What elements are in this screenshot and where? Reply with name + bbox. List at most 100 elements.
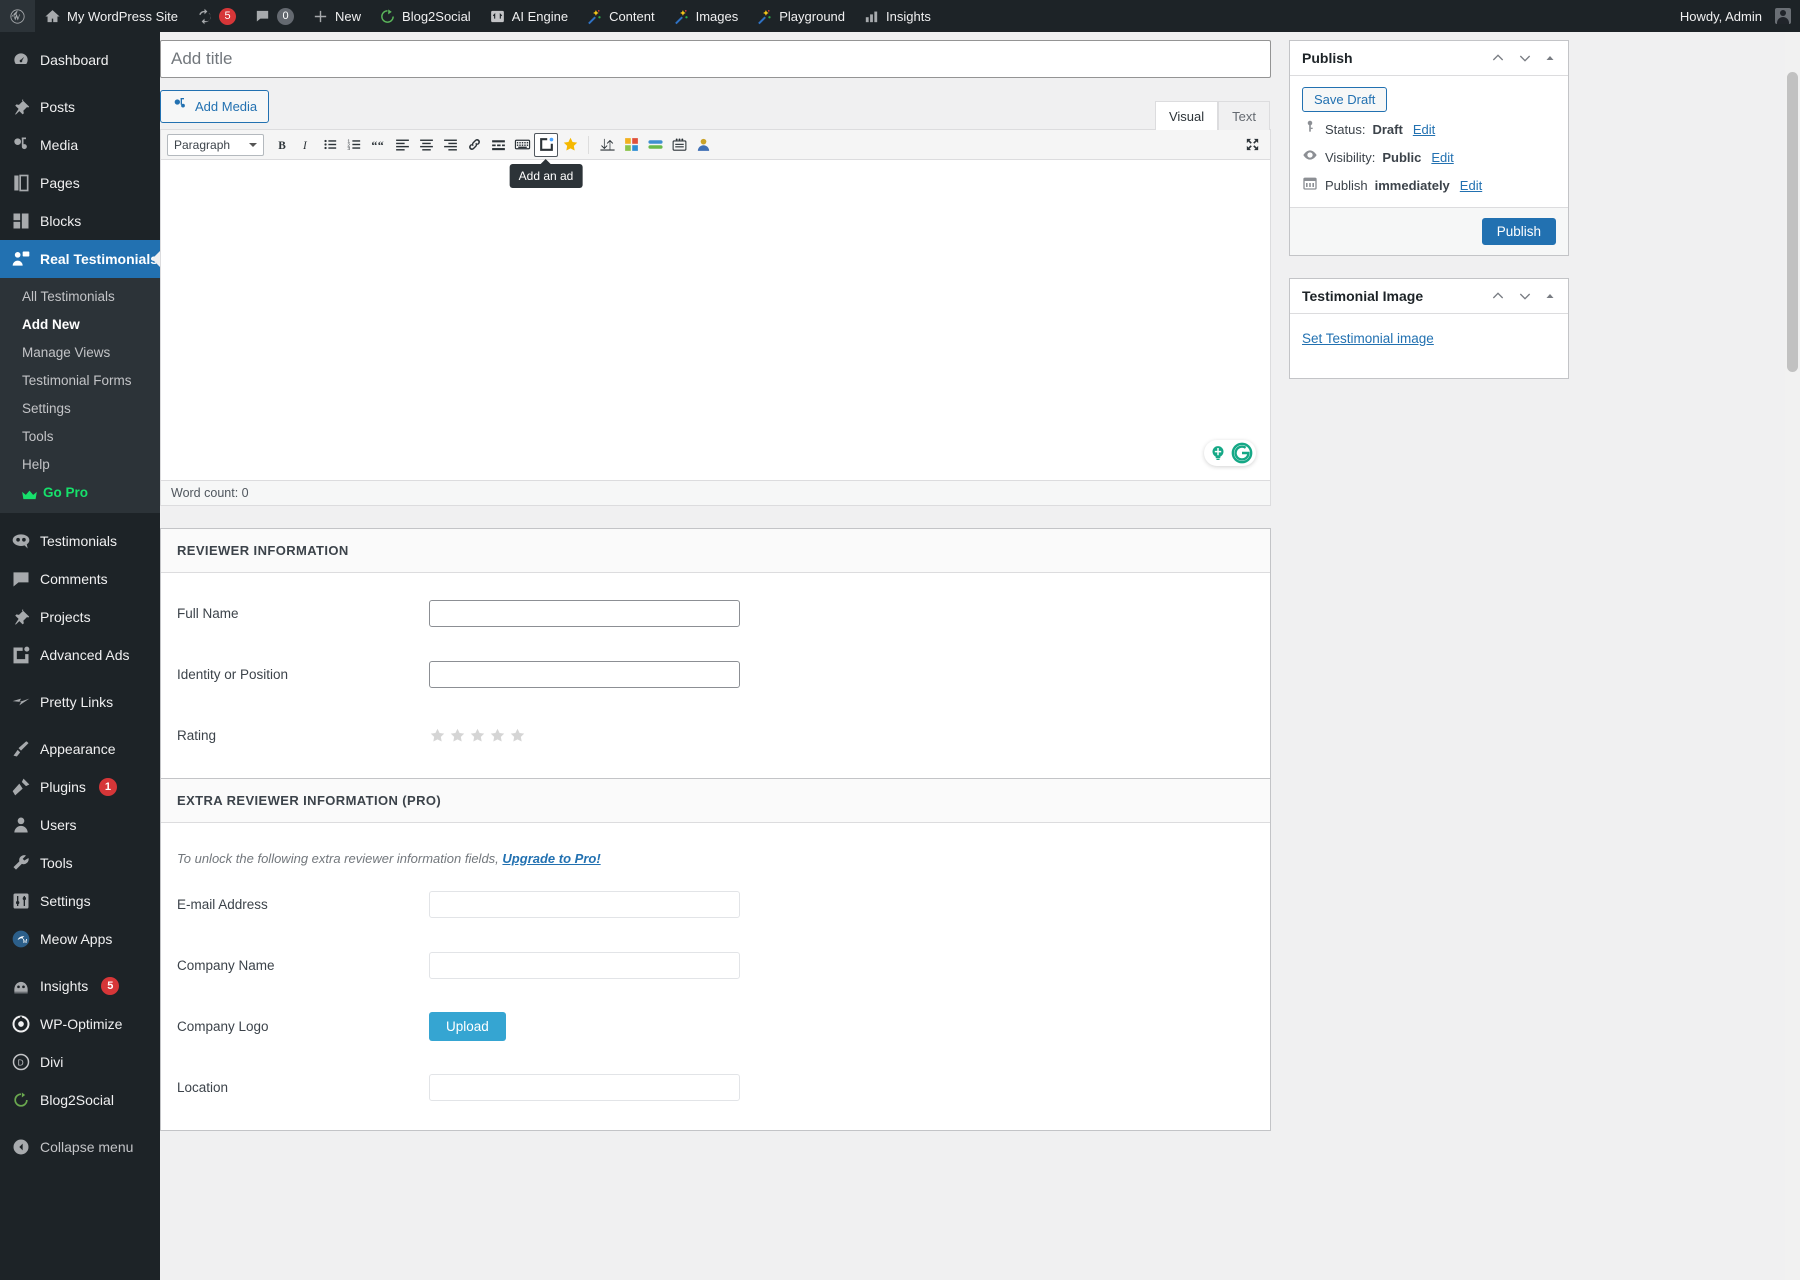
numbered-list-button[interactable]: 123: [342, 133, 366, 157]
editor-content-area[interactable]: [161, 160, 1270, 480]
submenu-item-manage-views[interactable]: Manage Views: [0, 339, 160, 367]
sidebar-item-label: Blog2Social: [40, 1092, 114, 1108]
sidebar-item-settings[interactable]: Settings: [0, 882, 160, 920]
submenu-item-go-pro[interactable]: Go Pro: [0, 479, 160, 507]
adminbar-item-playground[interactable]: Playground: [747, 0, 854, 32]
visibility-edit-link[interactable]: Edit: [1431, 149, 1453, 167]
scrollbar-thumb[interactable]: [1787, 72, 1798, 372]
adminbar-item-ai-engine[interactable]: AI Engine: [480, 0, 577, 32]
schedule-edit-link[interactable]: Edit: [1460, 177, 1482, 195]
sidebar-item-meow-apps[interactable]: M Meow Apps: [0, 920, 160, 958]
person-button[interactable]: [691, 133, 715, 157]
sidebar-item-pretty-links[interactable]: Pretty Links: [0, 683, 160, 721]
post-title-input[interactable]: [160, 40, 1271, 78]
move-up-icon[interactable]: [1490, 50, 1506, 66]
fullscreen-button[interactable]: [1240, 133, 1264, 157]
submenu-item-testimonial-forms[interactable]: Testimonial Forms: [0, 367, 160, 395]
tab-visual[interactable]: Visual: [1154, 101, 1219, 130]
sidebar-item-dashboard[interactable]: Dashboard: [0, 41, 160, 79]
move-down-icon[interactable]: [1517, 50, 1533, 66]
sidebar-item-users[interactable]: Users: [0, 806, 160, 844]
toolbar-toggle-button[interactable]: [510, 133, 534, 157]
site-name-button[interactable]: My WordPress Site: [35, 0, 187, 32]
sidebar-item-wp-optimize[interactable]: WP-Optimize: [0, 1005, 160, 1043]
blockquote-button[interactable]: ““: [366, 133, 390, 157]
publish-button[interactable]: Publish: [1481, 218, 1556, 245]
sort-button[interactable]: [595, 133, 619, 157]
page-scrollbar[interactable]: [1785, 32, 1800, 1280]
read-more-button[interactable]: [486, 133, 510, 157]
align-right-button[interactable]: [438, 133, 462, 157]
page-body: Add Media Visual Text Paragraph B I: [160, 32, 1800, 1280]
admin-bar-right: Howdy, Admin: [1671, 0, 1800, 32]
full-name-input[interactable]: [429, 600, 740, 627]
company-name-input[interactable]: [429, 952, 740, 979]
new-content-button[interactable]: New: [303, 0, 370, 32]
italic-button[interactable]: I: [294, 133, 318, 157]
upload-company-logo-button[interactable]: Upload: [429, 1012, 506, 1041]
sidebar-item-pages[interactable]: Pages: [0, 164, 160, 202]
sidebar-item-divi[interactable]: D Divi: [0, 1043, 160, 1081]
adminbar-item-insights[interactable]: Insights: [854, 0, 940, 32]
bold-button[interactable]: B: [270, 133, 294, 157]
location-input[interactable]: [429, 1074, 740, 1101]
align-center-button[interactable]: [414, 133, 438, 157]
adminbar-item-blog2social[interactable]: Blog2Social: [370, 0, 480, 32]
status-row: Status: Draft Edit: [1302, 112, 1556, 140]
submenu-item-settings[interactable]: Settings: [0, 395, 160, 423]
toggle-panel-icon[interactable]: [1544, 290, 1556, 302]
star-rating-button[interactable]: [558, 133, 582, 157]
sidebar-item-real-testimonials[interactable]: Real Testimonials: [0, 240, 160, 278]
collapse-menu-button[interactable]: Collapse menu: [0, 1128, 160, 1166]
identity-or-position-input[interactable]: [429, 661, 740, 688]
tab-text[interactable]: Text: [1218, 101, 1270, 130]
sidebar-item-tools[interactable]: Tools: [0, 844, 160, 882]
insert-link-button[interactable]: [462, 133, 486, 157]
grammarly-widget[interactable]: [1204, 440, 1256, 466]
set-testimonial-image-link[interactable]: Set Testimonial image: [1302, 331, 1434, 346]
sidebar-item-posts[interactable]: Posts: [0, 88, 160, 126]
submenu-item-add-new[interactable]: Add New: [0, 311, 160, 339]
toggle-panel-icon[interactable]: [1544, 52, 1556, 64]
status-edit-link[interactable]: Edit: [1413, 121, 1435, 139]
add-an-ad-button[interactable]: Add an ad: [509, 132, 583, 188]
publish-metabox-header: Publish: [1290, 41, 1568, 76]
add-media-button[interactable]: Add Media: [160, 90, 270, 123]
sidebar-item-blocks[interactable]: Blocks: [0, 202, 160, 240]
submenu-item-all-testimonials[interactable]: All Testimonials: [0, 283, 160, 311]
wordpress-logo-button[interactable]: [0, 0, 35, 32]
sidebar-item-blog2social[interactable]: Blog2Social: [0, 1081, 160, 1119]
howdy-account-button[interactable]: Howdy, Admin: [1671, 0, 1800, 32]
sidebar-item-comments[interactable]: Comments: [0, 560, 160, 598]
submenu-item-help[interactable]: Help: [0, 451, 160, 479]
save-draft-button[interactable]: Save Draft: [1302, 87, 1388, 112]
upgrade-to-pro-link[interactable]: Upgrade to Pro!: [502, 851, 600, 866]
schedule-value: immediately: [1374, 177, 1450, 193]
email-address-input[interactable]: [429, 891, 740, 918]
sidebar-item-plugins[interactable]: Plugins 1: [0, 768, 160, 806]
sidebar-item-appearance[interactable]: Appearance: [0, 730, 160, 768]
color-blocks-button[interactable]: [619, 133, 643, 157]
bulleted-list-button[interactable]: [318, 133, 342, 157]
move-up-icon[interactable]: [1490, 288, 1506, 304]
adminbar-item-content[interactable]: Content: [577, 0, 664, 32]
green-bars-button[interactable]: [643, 133, 667, 157]
blog2social-icon: [379, 8, 396, 25]
sidebar-item-advanced-ads[interactable]: Advanced Ads: [0, 636, 160, 674]
list-lines-button[interactable]: [667, 133, 691, 157]
comments-button[interactable]: 0: [245, 0, 303, 32]
visibility-value: Public: [1382, 149, 1422, 165]
paragraph-format-select[interactable]: Paragraph: [167, 133, 264, 156]
adminbar-item-images[interactable]: Images: [664, 0, 748, 32]
move-down-icon[interactable]: [1517, 288, 1533, 304]
submenu-item-tools[interactable]: Tools: [0, 423, 160, 451]
sidebar-item-projects[interactable]: Projects: [0, 598, 160, 636]
sidebar-item-insights[interactable]: Insights 5: [0, 967, 160, 1005]
align-left-button[interactable]: [390, 133, 414, 157]
sidebar-item-testimonials[interactable]: Testimonials: [0, 522, 160, 560]
sidebar-item-media[interactable]: Media: [0, 126, 160, 164]
menu-spacer: [0, 1119, 160, 1128]
rating-stars[interactable]: [429, 727, 526, 744]
updates-button[interactable]: 5: [187, 0, 245, 32]
sidebar-item-label: Advanced Ads: [40, 647, 130, 663]
